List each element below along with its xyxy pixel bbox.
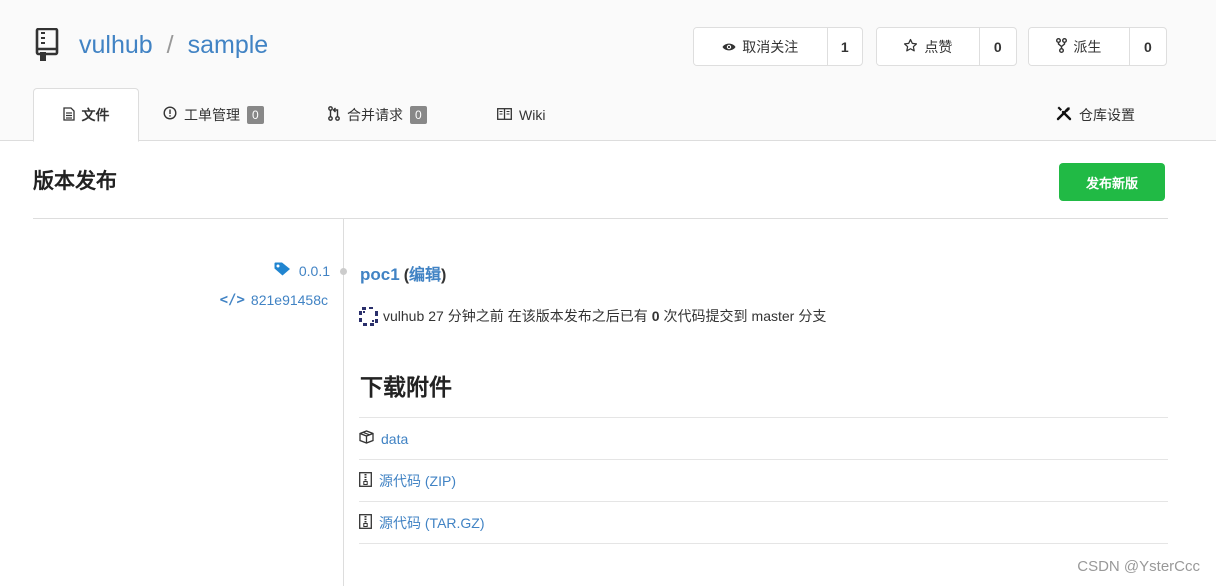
repo-separator: / <box>166 30 174 59</box>
star-group: 点赞 0 <box>876 27 1017 66</box>
git-pull-request-icon <box>328 105 340 124</box>
meta-suffix: 分支 <box>798 308 827 324</box>
repo-name-link[interactable]: sample <box>188 31 269 60</box>
unwatch-label: 取消关注 <box>742 38 799 55</box>
download-data-link[interactable]: data <box>381 431 408 447</box>
edit-close-paren: ) <box>441 267 447 284</box>
code-icon: </> <box>219 292 245 308</box>
new-release-button[interactable]: 发布新版 <box>1059 163 1165 201</box>
release-edit-link[interactable]: 编辑 <box>409 261 441 285</box>
release-timeline-dot <box>340 268 347 275</box>
file-zip-icon <box>359 513 372 532</box>
star-label: 点赞 <box>924 38 953 55</box>
repo-title: vulhub / sample <box>33 25 268 65</box>
release-meta: vulhub 27 分钟之前 在该版本发布之后已有 0 次代码提交到 maste… <box>359 306 826 326</box>
downloads-title: 下载附件 <box>360 374 452 400</box>
star-button[interactable]: 点赞 <box>877 28 980 65</box>
eye-icon <box>722 39 736 55</box>
tab-issues[interactable]: 工单管理 0 <box>163 88 264 141</box>
download-zip-link[interactable]: 源代码 (ZIP) <box>379 471 456 491</box>
fork-label: 派生 <box>1073 38 1102 55</box>
list-item: 源代码 (TAR.GZ) <box>359 502 1168 544</box>
branch-name: master <box>751 308 795 324</box>
unwatch-button[interactable]: 取消关注 <box>694 28 828 65</box>
release-name-link[interactable]: poc1 <box>360 265 400 285</box>
meta-middle: 次代码提交到 <box>663 308 748 324</box>
release-tag-link[interactable]: 0.0.1 <box>299 263 330 279</box>
book-icon <box>497 107 512 123</box>
title-divider <box>33 218 1168 219</box>
tools-icon <box>1056 105 1072 124</box>
file-text-icon <box>62 106 75 124</box>
author-link[interactable]: vulhub <box>383 308 424 324</box>
fork-count[interactable]: 0 <box>1130 28 1166 65</box>
list-item: data <box>359 418 1168 460</box>
watch-group: 取消关注 1 <box>693 27 863 66</box>
avatar[interactable] <box>359 306 378 326</box>
release-commit: </> 821e91458c <box>220 292 328 308</box>
repo-book-icon <box>33 27 61 63</box>
tag-icon <box>274 262 291 279</box>
tab-pulls-label: 合并请求 <box>347 106 403 123</box>
download-targz-link[interactable]: 源代码 (TAR.GZ) <box>379 513 485 533</box>
downloads-list: data 源代码 (ZIP) 源代码 (TAR.GZ) <box>359 417 1168 544</box>
watch-count[interactable]: 1 <box>828 28 863 65</box>
star-count[interactable]: 0 <box>980 28 1016 65</box>
list-item: 源代码 (ZIP) <box>359 460 1168 502</box>
tab-issues-label: 工单管理 <box>184 106 240 123</box>
watermark: CSDN @YsterCcc <box>1077 558 1200 575</box>
tab-wiki-label: Wiki <box>519 106 546 123</box>
release-tag: 0.0.1 <box>274 262 330 279</box>
meta-prefix: 在该版本发布之后已有 <box>507 308 648 324</box>
tab-files[interactable]: 文件 <box>33 88 139 142</box>
release-commit-link[interactable]: 821e91458c <box>251 292 328 308</box>
tab-wiki[interactable]: Wiki <box>497 88 545 141</box>
release-title: poc1 ( 编辑 ) <box>360 261 446 285</box>
file-zip-icon <box>359 471 372 490</box>
issue-opened-icon <box>163 106 177 123</box>
tab-settings-label: 仓库设置 <box>1079 106 1135 123</box>
issues-count-badge: 0 <box>247 105 264 124</box>
fork-icon <box>1056 37 1068 56</box>
package-icon <box>359 430 374 447</box>
release-time: 27 分钟之前 <box>428 308 504 324</box>
tab-files-label: 文件 <box>81 107 110 123</box>
tab-pull-requests[interactable]: 合并请求 0 <box>328 88 427 141</box>
commits-since-count: 0 <box>651 308 660 324</box>
star-icon <box>903 38 918 56</box>
fork-button[interactable]: 派生 <box>1029 28 1130 65</box>
page-title: 版本发布 <box>33 170 117 193</box>
repo-owner-link[interactable]: vulhub <box>79 31 153 60</box>
fork-group: 派生 0 <box>1028 27 1167 66</box>
pulls-count-badge: 0 <box>410 105 427 124</box>
tab-settings[interactable]: 仓库设置 <box>1056 88 1135 141</box>
